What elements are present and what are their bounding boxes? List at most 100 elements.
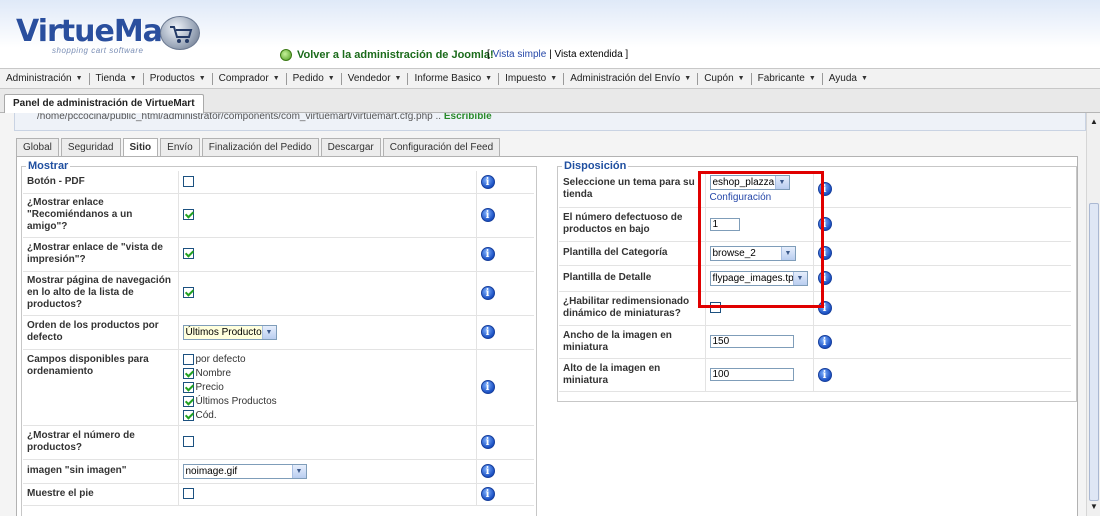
back-to-joomla-link[interactable]: Volver a la administración de Joomla! [280,49,494,61]
checkbox[interactable] [182,353,194,365]
menu-tienda[interactable]: Tienda ▼ [96,73,143,84]
menu-informe-basico[interactable]: Informe Basico ▼ [414,73,498,84]
logo-subtitle: shopping cart software [52,46,144,55]
thumbnail-width-input[interactable]: 150 [709,335,794,348]
setting-label: Muestre el pie [23,483,179,506]
pdf-button-checkbox[interactable] [182,176,194,188]
info-icon[interactable]: i [480,380,495,394]
tab-descargar[interactable]: Descargar [320,138,381,156]
sort-option-sku[interactable]: Cód. [182,408,472,422]
menu-ayuda[interactable]: Ayuda ▼ [829,73,874,84]
setting-label: Seleccione un tema para su tienda [559,171,706,208]
info-icon[interactable]: i [480,174,495,189]
info-icon[interactable]: i [480,487,495,501]
extended-view-label: Vista extendida [554,49,623,60]
checkbox[interactable] [182,367,194,379]
noimage-select[interactable]: noimage.gif ▼ [182,463,307,479]
info-icon[interactable]: i [817,367,832,382]
tab-global[interactable]: Global [16,138,59,156]
info-icon[interactable]: i [480,208,495,222]
setting-row-print: ¿Mostrar enlace de "vista de impresión"?… [23,237,534,272]
panel-tab-strip: Panel de administración de VirtueMart [0,89,1100,113]
menu-fabricante[interactable]: Fabricante ▼ [758,73,822,84]
default-order-select[interactable]: Últimos Productos ▼ [182,324,277,340]
setting-label: Alto de la imagen en miniatura [559,358,706,392]
sort-option-name[interactable]: Nombre [182,366,472,380]
setting-row-default-order: Orden de los productos por defecto Últim… [23,315,534,350]
dropdown-arrow-icon: ▼ [272,75,280,82]
scroll-up-icon[interactable]: ▲ [1088,116,1100,128]
info-icon[interactable]: i [480,286,495,300]
menu-divider [697,72,699,85]
dropdown-arrow-icon: ▼ [550,75,558,82]
virtuemart-logo[interactable]: VirtueMart shopping cart software [16,14,200,56]
info-icon[interactable]: i [480,464,495,478]
scroll-down-icon[interactable]: ▼ [1088,501,1100,513]
dropdown-arrow-icon: ▼ [860,75,868,82]
main-menu-bar: Administración ▼ Tienda ▼ Productos ▼ Compr… [0,68,1100,89]
dropdown-arrow-icon: ▼ [198,75,206,82]
dropdown-arrow-icon: ▼ [737,75,745,82]
setting-label: Campos disponibles para ordenamiento [23,349,179,426]
setting-label: ¿Habilitar redimensionado dinámico de mi… [559,291,706,326]
checkbox[interactable] [182,409,194,421]
setting-row-noimage: imagen "sin imagen" noimage.gif ▼ i [23,459,534,484]
menu-pedido[interactable]: Pedido ▼ [293,73,341,84]
tab-panel-virtuemart[interactable]: Panel de administración de VirtueMart [4,94,204,113]
tab-sitio[interactable]: Sitio [122,138,159,157]
view-switcher: [ Vista simple | Vista extendida ] [487,49,628,60]
sort-option-price[interactable]: Precio [182,380,472,394]
config-subtabs: Global Seguridad Sitio Envío Finalizació… [16,138,502,157]
menu-divider [142,72,144,85]
info-icon[interactable]: i [480,325,495,339]
product-count-checkbox[interactable] [182,436,194,448]
menu-divider [563,72,565,85]
menu-cupon[interactable]: Cupón ▼ [704,73,750,84]
sitio-tab-panel: Mostrar Botón - PDF i ¿Mostrar enlace "R… [16,157,1078,516]
print-view-checkbox[interactable] [182,248,194,260]
menu-divider [821,72,823,85]
annotation-highlight-box [698,171,824,308]
menu-comprador[interactable]: Comprador ▼ [219,73,286,84]
show-footer-checkbox[interactable] [182,488,194,500]
menu-administracion-envio[interactable]: Administración del Envío ▼ [570,73,697,84]
setting-label: Plantilla del Categoría [559,241,706,266]
dropdown-arrow-icon: ▼ [808,75,816,82]
simple-view-link[interactable]: Vista simple [493,49,547,60]
scroll-thumb[interactable] [1089,203,1099,501]
page-navigation-checkbox[interactable] [182,287,194,299]
menu-productos[interactable]: Productos ▼ [150,73,212,84]
info-icon[interactable]: i [817,334,832,349]
checkbox[interactable] [182,381,194,393]
setting-row-navigation: Mostrar página de navegación en lo alto … [23,271,534,316]
cart-icon [160,16,200,50]
menu-divider [340,72,342,85]
setting-row-thumb-height: Alto de la imagen en miniatura 100 i [559,358,1071,392]
recommend-link-checkbox[interactable] [182,209,194,221]
menu-divider [285,72,287,85]
tab-finalizacion-pedido[interactable]: Finalización del Pedido [201,138,319,156]
setting-row-recommend: ¿Mostrar enlace "Recomiéndanos a un amig… [23,193,534,238]
fieldset-mostrar: Mostrar Botón - PDF i ¿Mostrar enlace "R… [21,160,537,516]
tab-envio[interactable]: Envío [160,138,200,156]
setting-row-product-count: ¿Mostrar el número de productos? i [23,425,534,460]
menu-administracion[interactable]: Administración ▼ [6,73,89,84]
dropdown-arrow-icon: ▼ [129,75,137,82]
tab-configuracion-feed[interactable]: Configuración del Feed [382,138,501,156]
menu-impuesto[interactable]: Impuesto ▼ [505,73,563,84]
sort-option-latest[interactable]: Últimos Productos [182,394,472,408]
tab-seguridad[interactable]: Seguridad [60,138,121,156]
menu-divider [498,72,500,85]
setting-label: ¿Mostrar el número de productos? [23,425,179,460]
checkbox[interactable] [182,395,194,407]
setting-label: Mostrar página de navegación en lo alto … [23,271,179,316]
info-icon[interactable]: i [480,247,495,261]
sort-option-default[interactable]: por defecto [182,352,472,366]
dropdown-arrow-icon: ▼ [485,75,493,82]
info-icon[interactable]: i [480,435,495,449]
dropdown-arrow-icon: ▼ [327,75,335,82]
config-path-bar: /home/pccocina/public_html/administrator… [14,113,1086,131]
thumbnail-height-input[interactable]: 100 [709,368,794,381]
vertical-scrollbar[interactable]: ▲ ▼ [1086,113,1100,516]
menu-vendedor[interactable]: Vendedor ▼ [348,73,408,84]
